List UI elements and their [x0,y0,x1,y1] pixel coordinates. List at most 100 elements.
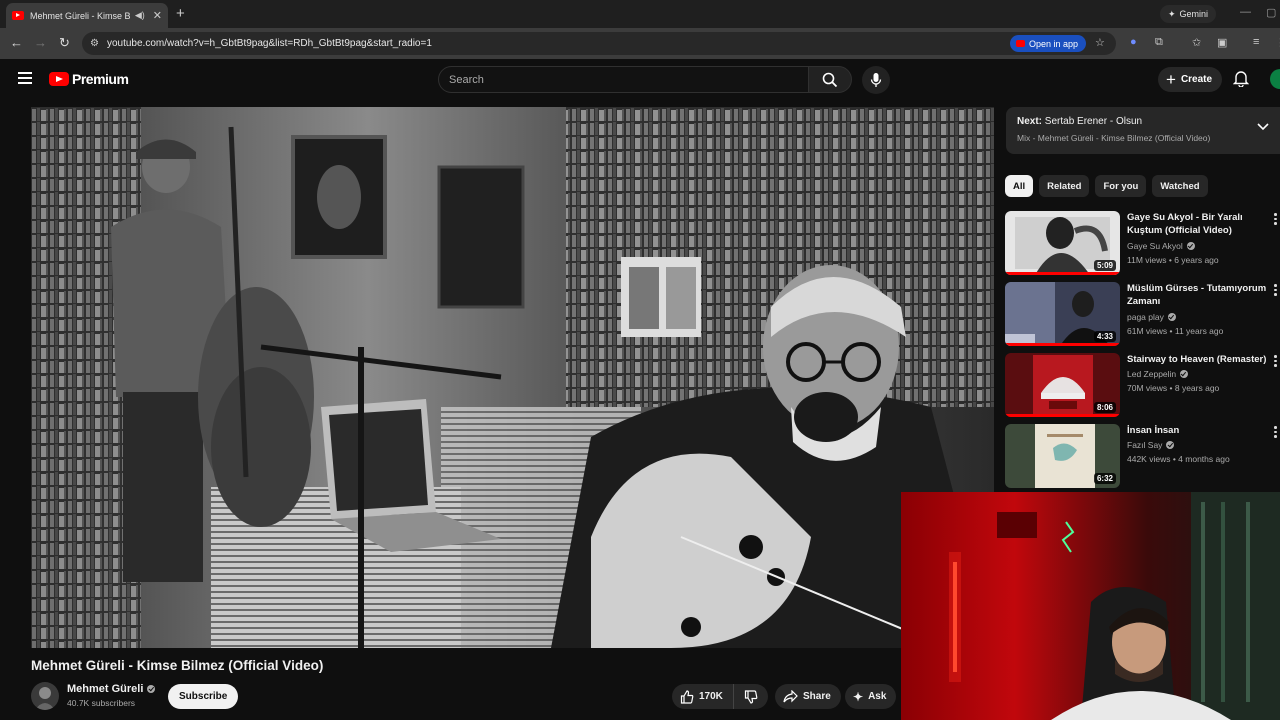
chip-related[interactable]: Related [1039,175,1090,197]
like-button[interactable]: 170K [672,684,734,709]
channel-avatar-image [35,687,55,710]
recommendation-channel: paga play [1127,312,1164,322]
minimize-icon[interactable]: — [1240,6,1251,18]
reload-icon[interactable]: ↻ [59,35,70,51]
tab-search-icon[interactable]: ▣ [1217,36,1227,49]
recommendation-title[interactable]: Gaye Su Akyol - Bir Yaralı Kuştum (Offic… [1127,211,1267,237]
recommendation-channel-link[interactable]: Fazıl Say [1127,440,1175,450]
video-player[interactable] [31,107,994,648]
share-button[interactable]: Share [775,684,841,709]
sparkle-icon: ✦ [853,689,864,704]
open-in-app-button[interactable]: Open in app [1010,35,1087,52]
forward-arrow-icon[interactable]: → [34,35,47,50]
thumbs-up-icon [680,689,694,704]
youtube-play-logo-icon [49,72,69,86]
video-thumbnail[interactable]: 6:32 [1005,424,1120,488]
address-bar[interactable]: ⚙ youtube.com/watch?v=h_GbtBt9pag&list=R… [82,32,1116,55]
extension-circle-icon[interactable]: ● [1130,36,1137,48]
recommendation-title[interactable]: İnsan İnsan [1127,424,1267,437]
reading-list-icon[interactable]: ≡ [1253,36,1259,48]
brand-text: Premium [72,71,129,87]
notifications-bell-icon[interactable] [1233,70,1249,87]
chip-all[interactable]: All [1005,175,1034,197]
favorites-icon[interactable]: ✩ [1192,36,1201,49]
youtube-favicon-icon [12,11,24,20]
channel-name-link[interactable]: Mehmet Güreli [67,683,156,695]
recommendation-item[interactable]: 5:09 Gaye Su Akyol - Bir Yaralı Kuştum (… [1005,211,1280,277]
plus-icon: + [1166,70,1176,89]
recommendation-channel-link[interactable]: Led Zeppelin [1127,369,1189,379]
duration-badge: 8:06 [1093,402,1116,413]
up-next-prefix: Next: [1017,116,1043,127]
recommendation-meta: 70M views • 8 years ago [1127,383,1220,393]
webcam-overlay [901,492,1280,720]
bookmark-star-icon[interactable]: ☆ [1095,36,1105,49]
tab-close-icon[interactable]: ✕ [153,9,162,22]
create-button[interactable]: + Create [1158,67,1223,92]
verified-check-icon [1180,370,1189,378]
subscribe-button[interactable]: Subscribe [168,684,239,709]
extensions-puzzle-icon[interactable]: ⧉ [1155,36,1163,49]
tab-title: Mehmet Güreli - Kimse Bilm [30,10,131,21]
share-label: Share [803,691,831,702]
duration-badge: 4:33 [1093,331,1116,342]
more-options-icon[interactable] [1274,355,1277,369]
video-frame [31,107,994,648]
like-count: 170K [699,691,723,702]
chip-for-you[interactable]: For you [1095,175,1147,197]
search-button[interactable] [808,66,852,93]
maximize-icon[interactable]: ▢ [1266,6,1276,19]
browser-toolbar: ← → ↻ ⚙ youtube.com/watch?v=h_GbtBt9pag&… [0,28,1280,59]
up-next-title: Sertab Erener - Olsun [1044,116,1143,127]
recommendation-meta: 61M views • 11 years ago [1127,326,1224,336]
channel-avatar[interactable] [31,682,59,710]
site-info-icon[interactable]: ⚙ [90,38,99,49]
video-title: Mehmet Güreli - Kimse Bilmez (Official V… [31,658,324,673]
microphone-icon [870,73,882,87]
youtube-logo[interactable]: Premium [49,71,129,87]
verified-check-icon [1167,313,1176,321]
watch-progress-bar [1005,272,1120,275]
video-thumbnail[interactable]: 5:09 [1005,211,1120,275]
recommendation-channel: Gaye Su Akyol [1127,241,1183,251]
ask-button[interactable]: ✦ Ask [845,684,897,709]
youtube-app-icon [1016,40,1025,47]
back-arrow-icon[interactable]: ← [10,35,23,50]
more-options-icon[interactable] [1274,213,1277,227]
recommendation-title[interactable]: Müslüm Gürses - Tutamıyorum Zamanı [1127,282,1267,308]
account-avatar[interactable] [1270,69,1280,89]
recommendation-item[interactable]: 4:33 Müslüm Gürses - Tutamıyorum Zamanı … [1005,282,1280,348]
voice-search-button[interactable] [862,66,890,94]
recommendation-channel: Fazıl Say [1127,440,1163,450]
more-options-icon[interactable] [1274,426,1277,440]
menu-icon[interactable]: ⋮ [1275,36,1280,49]
video-thumbnail[interactable]: 4:33 [1005,282,1120,346]
up-next-line: Next: Sertab Erener - Olsun [1017,116,1142,127]
speaker-icon[interactable]: ◀) [135,10,145,21]
browser-tab-active[interactable]: Mehmet Güreli - Kimse Bilm ◀) ✕ [6,3,168,28]
gemini-label: Gemini [1179,9,1209,19]
video-thumbnail[interactable]: 8:06 [1005,353,1120,417]
up-next-panel[interactable]: Next: Sertab Erener - Olsun Mix - Mehmet… [1006,107,1280,154]
mix-title: Mix - Mehmet Güreli - Kimse Bilmez (Offi… [1017,133,1211,143]
recommendation-channel-link[interactable]: paga play [1127,312,1176,322]
webcam-image [901,492,1280,720]
chevron-down-icon[interactable] [1257,123,1269,131]
watch-progress-bar [1005,343,1120,346]
gemini-button[interactable]: ✦ Gemini [1160,5,1217,23]
duration-badge: 5:09 [1093,260,1116,271]
verified-check-icon [1186,242,1195,250]
more-options-icon[interactable] [1274,284,1277,298]
recommendation-item[interactable]: 6:32 İnsan İnsan Fazıl Say 442K views • … [1005,424,1280,490]
new-tab-button[interactable]: + [176,5,185,22]
recommendation-title[interactable]: Stairway to Heaven (Remaster) [1127,353,1267,366]
hamburger-menu-icon[interactable] [18,72,32,84]
recommendation-channel-link[interactable]: Gaye Su Akyol [1127,241,1195,251]
recommendation-channel: Led Zeppelin [1127,369,1177,379]
recommendation-item[interactable]: 8:06 Stairway to Heaven (Remaster) Led Z… [1005,353,1280,419]
subscriber-count: 40.7K subscribers [67,698,136,708]
open-in-app-label: Open in app [1029,38,1079,49]
search-input[interactable]: Search [438,66,809,93]
chip-watched[interactable]: Watched [1152,175,1208,197]
dislike-button[interactable] [734,689,768,704]
